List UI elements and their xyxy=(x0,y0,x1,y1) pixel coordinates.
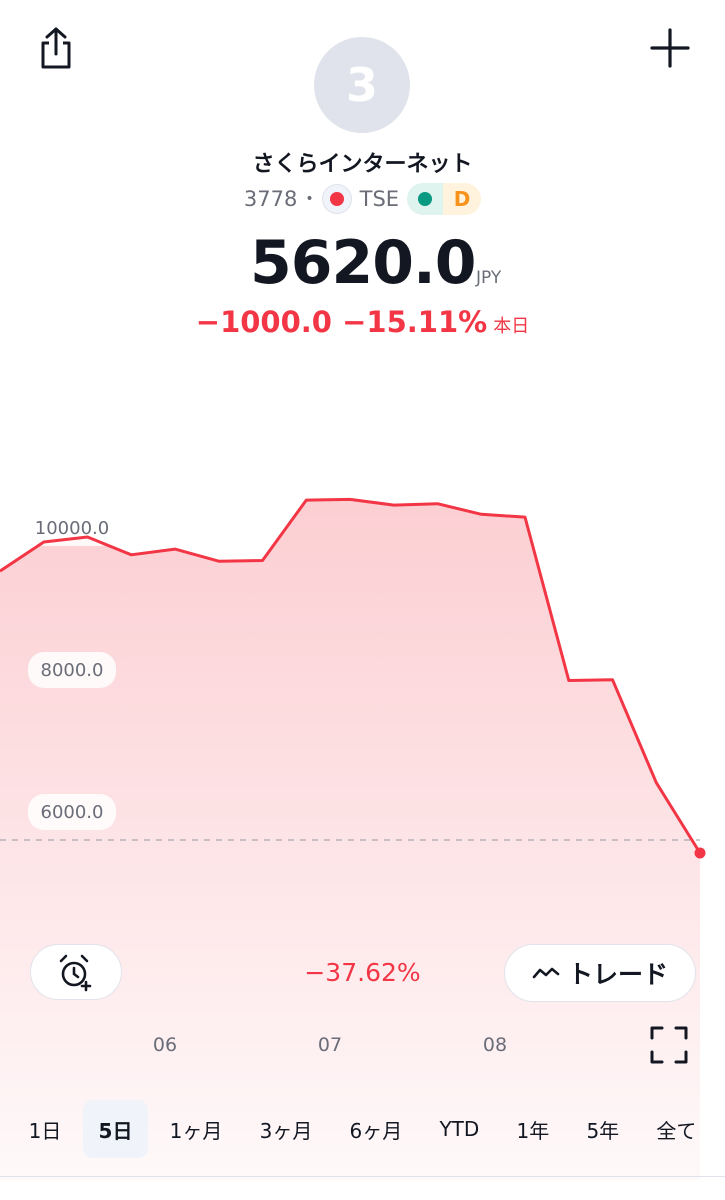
trade-chart-icon xyxy=(532,967,560,979)
range-5y[interactable]: 5年 xyxy=(570,1100,635,1158)
price-chart[interactable]: 10000.0 8000.0 6000.0 xyxy=(0,0,725,1200)
range-5d[interactable]: 5日 xyxy=(82,1100,149,1158)
range-6m[interactable]: 6ヶ月 xyxy=(334,1100,419,1158)
range-3m[interactable]: 3ヶ月 xyxy=(244,1100,329,1158)
trade-button-label: トレード xyxy=(567,960,668,989)
range-all[interactable]: 全て xyxy=(640,1100,712,1158)
x-axis-label: 08 xyxy=(482,1034,508,1056)
divider xyxy=(0,1176,725,1177)
svg-text:10000.0: 10000.0 xyxy=(35,518,109,539)
y-axis-label: 10000.0 xyxy=(28,510,116,546)
fullscreen-icon xyxy=(650,1026,688,1064)
x-axis-label: 06 xyxy=(152,1034,178,1056)
trade-button[interactable]: トレード xyxy=(504,944,696,1002)
range-1y[interactable]: 1年 xyxy=(501,1100,566,1158)
range-ytd[interactable]: YTD xyxy=(423,1100,495,1158)
fullscreen-button[interactable] xyxy=(648,1024,690,1066)
svg-text:6000.0: 6000.0 xyxy=(41,802,104,823)
y-axis-label: 6000.0 xyxy=(28,794,116,830)
y-axis-label: 8000.0 xyxy=(28,652,116,688)
last-point-marker xyxy=(694,847,706,859)
range-selector: 1日 5日 1ヶ月 3ヶ月 6ヶ月 YTD 1年 5年 全て xyxy=(0,1098,725,1160)
range-1m[interactable]: 1ヶ月 xyxy=(154,1100,239,1158)
svg-text:8000.0: 8000.0 xyxy=(41,660,104,681)
range-1d[interactable]: 1日 xyxy=(13,1100,78,1158)
x-axis-label: 07 xyxy=(317,1034,343,1056)
